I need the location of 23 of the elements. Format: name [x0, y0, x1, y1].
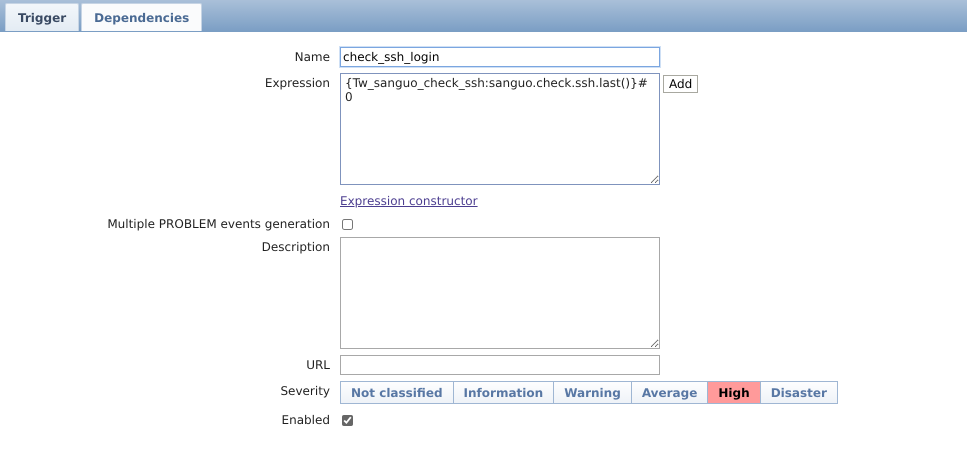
multiple-events-checkbox[interactable]: [342, 219, 353, 230]
severity-option[interactable]: Information: [452, 381, 554, 404]
field-label: Enabled: [282, 412, 330, 427]
field-label: Name: [294, 49, 330, 64]
severity-option[interactable]: Disaster: [760, 381, 838, 404]
enabled-checkbox[interactable]: [342, 415, 353, 426]
severity-option[interactable]: Not classified: [340, 381, 454, 404]
description-field[interactable]: [340, 237, 660, 349]
field-label: Multiple PROBLEM events generation: [107, 216, 330, 231]
tab[interactable]: Trigger: [5, 3, 80, 31]
field-label: URL: [306, 357, 330, 372]
name-field[interactable]: check_ssh_login: [340, 47, 660, 67]
tab[interactable]: Dependencies: [81, 3, 202, 31]
severity-option[interactable]: Warning: [553, 381, 632, 404]
expression-constructor-link[interactable]: Expression constructor: [340, 194, 478, 208]
field-label: Description: [262, 239, 330, 254]
add-button[interactable]: Add: [663, 75, 698, 93]
field-label: Expression: [264, 75, 330, 90]
severity-option[interactable]: Average: [630, 381, 708, 404]
expression-field[interactable]: {Tw_sanguo_check_ssh:sanguo.check.ssh.last()}#0: [340, 73, 660, 185]
field-label: Severity: [280, 383, 330, 398]
url-field[interactable]: [340, 355, 660, 375]
severity-option[interactable]: High: [707, 381, 761, 404]
